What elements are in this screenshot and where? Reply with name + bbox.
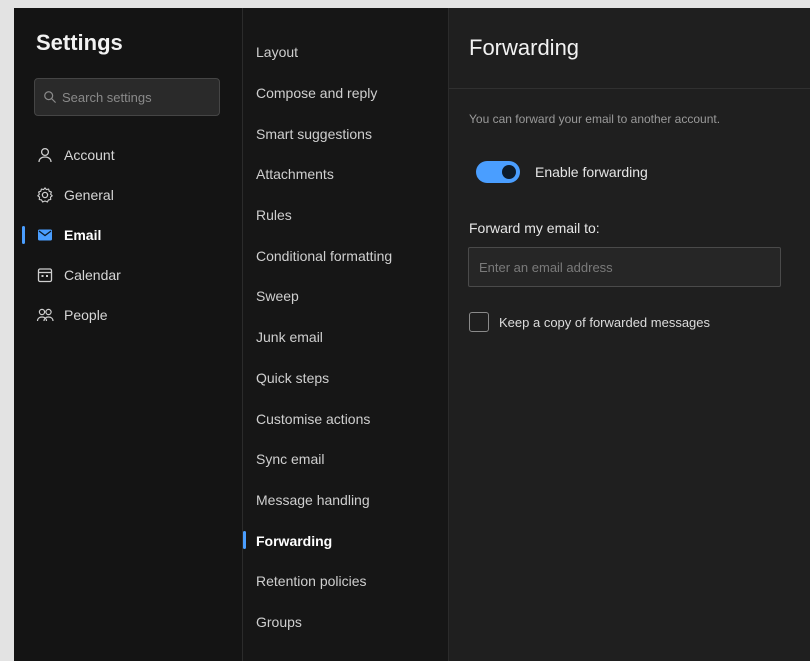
submenu-item-groups[interactable]: Groups: [243, 602, 448, 643]
submenu-item-junk-email[interactable]: Junk email: [243, 317, 448, 358]
submenu-item-rules[interactable]: Rules: [243, 195, 448, 236]
enable-forwarding-label: Enable forwarding: [535, 164, 648, 180]
nav-item-account[interactable]: Account: [14, 135, 242, 175]
submenu-item-compose-and-reply[interactable]: Compose and reply: [243, 73, 448, 114]
submenu-item-conditional-formatting[interactable]: Conditional formatting: [243, 235, 448, 276]
forward-email-input[interactable]: [468, 247, 781, 287]
keep-copy-checkbox[interactable]: [469, 312, 489, 332]
nav-item-people[interactable]: People: [14, 295, 242, 335]
nav-item-general[interactable]: General: [14, 175, 242, 215]
keep-copy-row[interactable]: Keep a copy of forwarded messages: [469, 312, 710, 332]
submenu-item-retention-policies[interactable]: Retention policies: [243, 561, 448, 602]
nav-list: Account General Email Calendar People: [14, 135, 242, 335]
nav-item-email[interactable]: Email: [14, 215, 242, 255]
submenu-item-layout[interactable]: Layout: [243, 32, 448, 73]
submenu-item-customise-actions[interactable]: Customise actions: [243, 398, 448, 439]
nav-item-calendar[interactable]: Calendar: [14, 255, 242, 295]
nav-item-label: Account: [64, 147, 115, 163]
nav-item-label: Email: [64, 227, 102, 243]
keep-copy-label: Keep a copy of forwarded messages: [499, 314, 711, 330]
submenu-item-sync-email[interactable]: Sync email: [243, 439, 448, 480]
search-input[interactable]: [62, 89, 212, 105]
search-icon: [44, 91, 56, 103]
mail-icon: [36, 226, 54, 244]
page-title: Forwarding: [469, 35, 580, 60]
submenu-item-forwarding[interactable]: Forwarding: [243, 520, 448, 561]
submenu-item-attachments[interactable]: Attachments: [243, 154, 448, 195]
nav-item-label: Calendar: [64, 267, 121, 283]
settings-title: Settings: [36, 30, 123, 55]
enable-forwarding-row: Enable forwarding: [476, 161, 648, 183]
forwarding-description: You can forward your email to another ac…: [469, 112, 721, 126]
person-icon: [36, 146, 54, 164]
submenu-item-quick-steps[interactable]: Quick steps: [243, 358, 448, 399]
submenu-item-sweep[interactable]: Sweep: [243, 276, 448, 317]
calendar-icon: [36, 266, 54, 284]
settings-window: Settings Account General: [14, 8, 810, 661]
forwarding-panel: Forwarding You can forward your email to…: [449, 8, 810, 661]
gear-icon: [36, 186, 54, 204]
submenu-item-smart-suggestions[interactable]: Smart suggestions: [243, 113, 448, 154]
search-box[interactable]: [34, 78, 220, 116]
submenu-item-message-handling[interactable]: Message handling: [243, 480, 448, 521]
enable-forwarding-toggle[interactable]: [476, 161, 520, 183]
title-divider: [449, 88, 810, 89]
forward-to-label: Forward my email to:: [469, 220, 600, 236]
people-icon: [36, 306, 54, 324]
settings-nav: Settings Account General: [14, 8, 243, 661]
nav-item-label: General: [64, 187, 114, 203]
toggle-knob: [502, 165, 516, 179]
email-submenu: Layout Compose and reply Smart suggestio…: [243, 8, 449, 661]
nav-item-label: People: [64, 307, 108, 323]
submenu-list: Layout Compose and reply Smart suggestio…: [243, 32, 448, 642]
